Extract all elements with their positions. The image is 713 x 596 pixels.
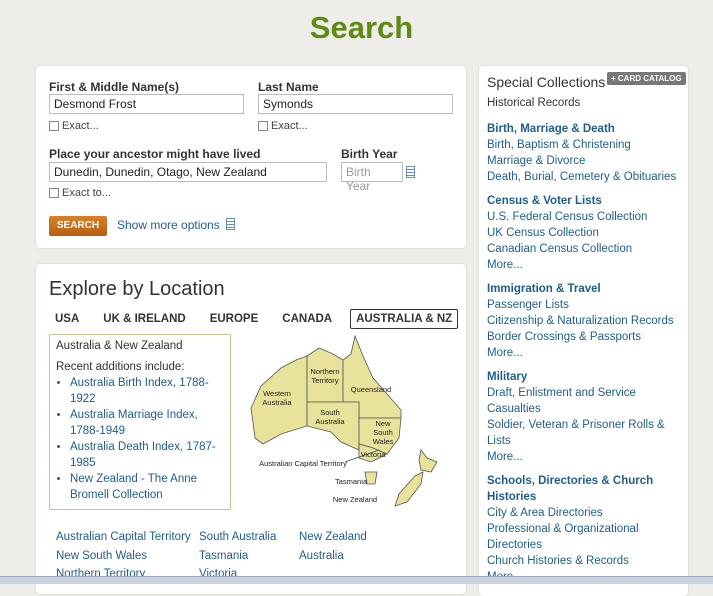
map-label-nsw-3: Wales bbox=[373, 437, 394, 446]
show-more-options-label: Show more options bbox=[117, 218, 220, 232]
map-label-nz: New Zealand bbox=[333, 495, 377, 504]
australia-nz-map[interactable]: Western Australia Northern Territory Que… bbox=[241, 334, 446, 514]
tab-europe[interactable]: EUROPE bbox=[204, 311, 265, 327]
map-label-nt-1: Northern bbox=[310, 367, 339, 376]
tab-usa[interactable]: USA bbox=[49, 311, 85, 327]
collection-link[interactable]: Birth, Baptism & Christening bbox=[487, 137, 683, 153]
section-heading[interactable]: Immigration & Travel bbox=[487, 281, 683, 297]
map-label-sa-1: South bbox=[320, 408, 340, 417]
section-heading[interactable]: Census & Voter Lists bbox=[487, 193, 683, 209]
recent-addition-link[interactable]: Australia Death Index, 1787-1985 bbox=[70, 439, 224, 471]
recent-addition-link[interactable]: Australia Marriage Index, 1788-1949 bbox=[70, 407, 224, 439]
section-military: Military Draft, Enlistment and Service C… bbox=[487, 369, 683, 465]
first-name-label: First & Middle Name(s) bbox=[49, 80, 180, 94]
location-link[interactable]: New Zealand bbox=[299, 528, 367, 547]
explore-title: Explore by Location bbox=[49, 278, 225, 300]
place-input[interactable]: Dunedin, Dunedin, Otago, New Zealand bbox=[49, 162, 327, 182]
place-label: Place your ancestor might have lived bbox=[49, 147, 261, 161]
collection-link[interactable]: Casualties bbox=[487, 401, 683, 417]
collection-link[interactable]: Citizenship & Naturalization Records bbox=[487, 313, 683, 329]
map-region-nz-north bbox=[418, 449, 438, 473]
exact-label: Exact... bbox=[62, 120, 99, 132]
collection-link[interactable]: Death, Burial, Cemetery & Obituaries bbox=[487, 169, 683, 185]
map-label-wa-2: Australia bbox=[262, 398, 292, 407]
map-label-nsw-1: New bbox=[375, 419, 391, 428]
search-form-panel: First & Middle Name(s) Desmond Frost Exa… bbox=[36, 66, 466, 248]
collection-sections: Birth, Marriage & Death Birth, Baptism &… bbox=[487, 121, 683, 593]
recent-addition-link[interactable]: New Zealand - The Anne Bromell Collectio… bbox=[70, 471, 224, 503]
map-label-vic: Victoria bbox=[361, 450, 387, 459]
tab-australia-nz[interactable]: AUSTRALIA & NZ bbox=[350, 309, 459, 329]
location-link[interactable]: South Australia bbox=[199, 528, 276, 547]
collection-link[interactable]: Border Crossings & Passports bbox=[487, 329, 683, 345]
calculator-icon bbox=[226, 218, 236, 230]
section-heading[interactable]: Birth, Marriage & Death bbox=[487, 121, 683, 137]
region-title: Australia & New Zealand bbox=[56, 340, 183, 352]
section-census: Census & Voter Lists U.S. Federal Census… bbox=[487, 193, 683, 273]
location-link[interactable]: Australian Capital Territory bbox=[56, 528, 191, 547]
tab-uk-ireland[interactable]: UK & IRELAND bbox=[97, 311, 191, 327]
show-more-options-link[interactable]: Show more options bbox=[117, 217, 236, 232]
special-collections-panel: Special Collections + CARD CATALOG Histo… bbox=[479, 66, 688, 596]
section-heading[interactable]: Schools, Directories & Church Histories bbox=[487, 473, 683, 505]
section-immigration: Immigration & Travel Passenger Lists Cit… bbox=[487, 281, 683, 361]
map-label-qld: Queensland bbox=[351, 385, 391, 394]
collection-link[interactable]: UK Census Collection bbox=[487, 225, 683, 241]
map-label-tas: Tasmania bbox=[335, 477, 368, 486]
map-label-sa-2: Australia bbox=[315, 417, 345, 426]
more-link[interactable]: More... bbox=[487, 345, 683, 361]
section-birth-marriage-death: Birth, Marriage & Death Birth, Baptism &… bbox=[487, 121, 683, 185]
last-name-exact-checkbox[interactable]: Exact... bbox=[258, 120, 308, 132]
collection-link[interactable]: Professional & Organizational Directorie… bbox=[487, 521, 683, 553]
historical-records-label: Historical Records bbox=[487, 97, 581, 109]
first-name-input[interactable]: Desmond Frost bbox=[49, 94, 244, 114]
special-collections-title: Special Collections bbox=[487, 74, 606, 90]
recent-addition-link[interactable]: Australia Birth Index, 1788-1922 bbox=[70, 375, 224, 407]
location-link[interactable]: Tasmania bbox=[199, 547, 276, 566]
location-links-col3: New Zealand Australia bbox=[299, 528, 367, 565]
birth-year-label: Birth Year bbox=[341, 147, 398, 161]
tab-canada[interactable]: CANADA bbox=[276, 311, 338, 327]
section-schools-directories: Schools, Directories & Church Histories … bbox=[487, 473, 683, 585]
map-label-act: Australian Capital Territory bbox=[259, 459, 347, 468]
collection-link[interactable]: Church Histories & Records bbox=[487, 553, 683, 569]
search-button[interactable]: SEARCH bbox=[49, 216, 107, 236]
location-link[interactable]: Australia bbox=[299, 547, 367, 566]
exact-to-label: Exact to... bbox=[62, 187, 111, 199]
collection-link[interactable]: Passenger Lists bbox=[487, 297, 683, 313]
calculator-icon[interactable] bbox=[406, 166, 415, 178]
region-info-box: Australia & New Zealand Recent additions… bbox=[49, 334, 231, 510]
more-link[interactable]: More... bbox=[487, 449, 683, 465]
checkbox-icon bbox=[49, 188, 59, 198]
section-heading[interactable]: Military bbox=[487, 369, 683, 385]
map-region-nz-south bbox=[394, 471, 424, 507]
collection-link[interactable]: Marriage & Divorce bbox=[487, 153, 683, 169]
exact-label: Exact... bbox=[271, 120, 308, 132]
checkbox-icon bbox=[49, 121, 59, 131]
last-name-label: Last Name bbox=[258, 80, 319, 94]
map-label-nsw-2: South bbox=[373, 428, 393, 437]
last-name-input[interactable]: Symonds bbox=[258, 94, 453, 114]
card-catalog-button[interactable]: + CARD CATALOG bbox=[607, 72, 686, 85]
page-title: Search bbox=[309, 10, 414, 45]
collection-link[interactable]: Soldier, Veteran & Prisoner Rolls & List… bbox=[487, 417, 683, 449]
location-tabs: USA UK & IRELAND EUROPE CANADA AUSTRALIA… bbox=[49, 309, 459, 329]
place-exact-checkbox[interactable]: Exact to... bbox=[49, 187, 111, 199]
recent-additions-list: Australia Birth Index, 1788-1922 Austral… bbox=[56, 375, 224, 503]
first-name-exact-checkbox[interactable]: Exact... bbox=[49, 120, 99, 132]
map-label-nt-2: Territory bbox=[311, 376, 338, 385]
location-link[interactable]: New South Wales bbox=[56, 547, 191, 566]
explore-panel: Explore by Location USA UK & IRELAND EUR… bbox=[36, 264, 466, 594]
birth-year-input[interactable]: Birth Year bbox=[341, 162, 403, 193]
collection-link[interactable]: Draft, Enlistment and Service bbox=[487, 385, 683, 401]
collection-link[interactable]: Canadian Census Collection bbox=[487, 241, 683, 257]
map-label-wa-1: Western bbox=[263, 389, 291, 398]
more-link[interactable]: More... bbox=[487, 257, 683, 273]
recent-additions-label: Recent additions include: bbox=[56, 361, 185, 373]
checkbox-icon bbox=[258, 121, 268, 131]
collection-link[interactable]: U.S. Federal Census Collection bbox=[487, 209, 683, 225]
collection-link[interactable]: City & Area Directories bbox=[487, 505, 683, 521]
